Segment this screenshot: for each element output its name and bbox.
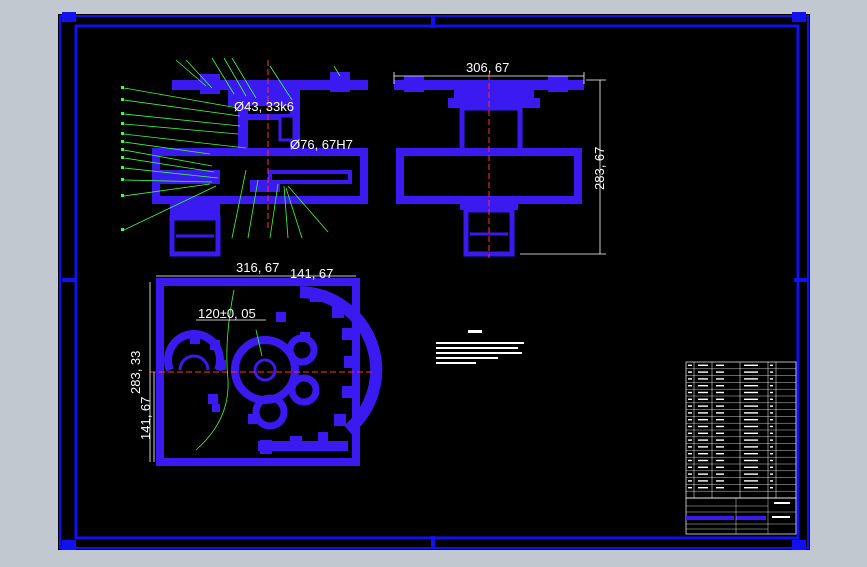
dim-plan-half: 141, 67 (290, 266, 333, 281)
dim-plan-half-height: 141, 67 (138, 397, 153, 440)
cad-viewport[interactable]: Ø43, 33k6 Ø76, 67H7 306, 67 283, 67 316,… (0, 0, 867, 562)
dim-side-height: 283, 67 (592, 147, 607, 190)
drawing-canvas: Ø43, 33k6 Ø76, 67H7 306, 67 283, 67 316,… (58, 12, 810, 550)
dim-center-distance: 120±0, 05 (198, 306, 256, 321)
dim-bore-dia: Ø76, 67H7 (290, 137, 353, 152)
parts-list-table (685, 361, 797, 499)
dim-top-width: 306, 67 (466, 60, 509, 75)
dim-plan-width: 316, 67 (236, 260, 279, 275)
dim-shaft-dia: Ø43, 33k6 (234, 99, 294, 114)
dim-plan-height: 283, 33 (128, 351, 143, 394)
